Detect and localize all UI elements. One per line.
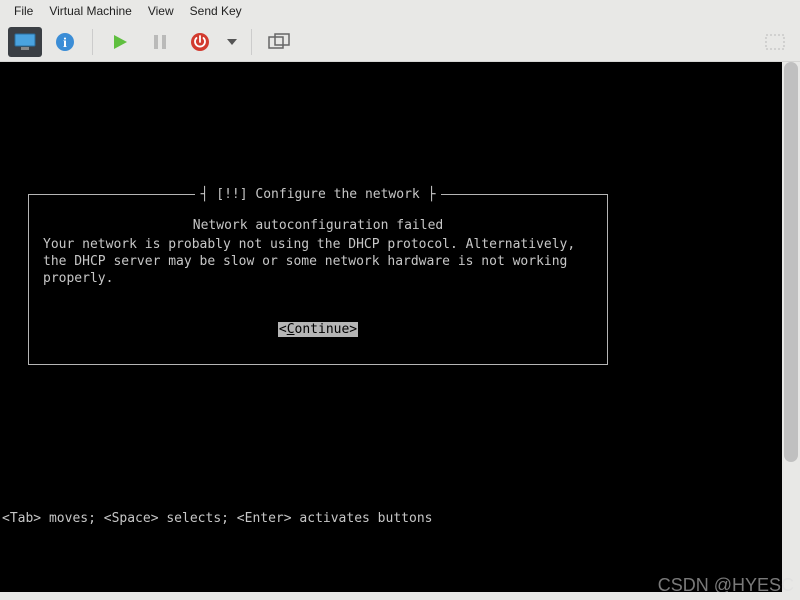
continue-button[interactable]: <Continue>: [278, 322, 358, 337]
monitor-button[interactable]: [8, 27, 42, 57]
info-button[interactable]: i: [48, 27, 82, 57]
toolbar-separator: [251, 29, 252, 55]
scrollbar-thumb[interactable]: [784, 62, 798, 462]
fullscreen-button[interactable]: [758, 27, 792, 57]
screenshot-button[interactable]: [262, 27, 296, 57]
vertical-scrollbar[interactable]: [782, 62, 800, 592]
vm-console[interactable]: ┤ [!!] Configure the network ├ Network a…: [0, 62, 782, 592]
svg-text:i: i: [63, 36, 67, 51]
network-dialog: ┤ [!!] Configure the network ├ Network a…: [28, 194, 608, 365]
monitor-icon: [14, 33, 36, 51]
fullscreen-icon: [765, 34, 785, 50]
pause-button[interactable]: [143, 27, 177, 57]
menu-virtual-machine[interactable]: Virtual Machine: [41, 4, 140, 18]
dialog-title: ┤ [!!] Configure the network ├: [195, 187, 442, 202]
dialog-heading: Network autoconfiguration failed: [41, 217, 595, 234]
menu-send-key[interactable]: Send Key: [182, 4, 250, 18]
dropdown-button[interactable]: [223, 27, 241, 57]
power-button[interactable]: [183, 27, 217, 57]
toolbar-separator: [92, 29, 93, 55]
terminal: ┤ [!!] Configure the network ├ Network a…: [0, 62, 782, 592]
toolbar: i: [0, 22, 800, 62]
watermark: CSDN @HYESC: [658, 575, 794, 596]
menubar: File Virtual Machine View Send Key: [0, 0, 800, 22]
play-button[interactable]: [103, 27, 137, 57]
dialog-body: Your network is probably not using the D…: [41, 236, 595, 287]
screens-icon: [268, 33, 290, 51]
navigation-hint: <Tab> moves; <Space> selects; <Enter> ac…: [2, 510, 432, 527]
menu-view[interactable]: View: [140, 4, 182, 18]
power-icon: [190, 32, 210, 52]
info-icon: i: [55, 32, 75, 52]
chevron-down-icon: [227, 39, 237, 45]
play-icon: [111, 33, 129, 51]
pause-icon: [152, 34, 168, 50]
menu-file[interactable]: File: [6, 4, 41, 18]
